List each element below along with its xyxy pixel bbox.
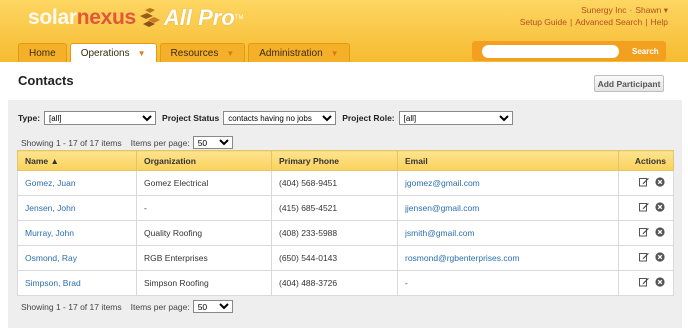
nav-tab-administration[interactable]: Administration ▼ [248, 43, 350, 62]
nav-tab-label: Resources [170, 47, 219, 59]
logo-solar-text: solar [28, 6, 77, 29]
logo-nexus-text: nexus [76, 6, 137, 29]
table-header-row: Name ▲ Organization Primary Phone Email … [17, 150, 674, 171]
column-header-phone: Primary Phone [271, 150, 398, 171]
sort-ascending-icon: ▲ [50, 155, 59, 166]
organization-cell: Quality Roofing [136, 220, 272, 246]
email-cell: - [397, 270, 619, 296]
nav-tab-operations[interactable]: Operations ▼ [69, 43, 157, 62]
search-input[interactable] [482, 44, 619, 58]
phone-cell: (650) 544-0143 [271, 245, 398, 271]
email-link[interactable]: jgomez@gmail.com [405, 178, 480, 188]
table-row: Jensen, John - (415) 685-4521 jjensen@gm… [17, 195, 674, 221]
actions-cell [618, 195, 674, 221]
logo[interactable]: solar nexus All Pro TM [28, 2, 243, 34]
edit-icon[interactable] [638, 227, 649, 239]
nav-tab-label: Home [29, 47, 56, 59]
table-row: Gomez, Juan Gomez Electrical (404) 568-9… [17, 170, 674, 196]
type-filter-select[interactable]: [all] [44, 111, 157, 125]
logo-trademark: TM [234, 15, 244, 21]
user-menu[interactable]: Shawn ▾ [635, 5, 668, 15]
column-header-organization: Organization [136, 150, 272, 171]
phone-cell: (404) 488-3726 [271, 270, 398, 296]
add-participant-button[interactable]: Add Participant [594, 75, 664, 92]
delete-icon[interactable] [655, 252, 665, 264]
items-per-page-select[interactable]: 50 [192, 136, 233, 149]
main-nav: Home Operations ▼ Resources ▼ Administra… [18, 43, 350, 62]
logo-allpro-text: All Pro [163, 5, 235, 30]
type-filter-label: Type: [18, 113, 41, 123]
column-header-email: Email [397, 150, 619, 171]
dropdown-caret-icon: ▼ [330, 48, 339, 58]
pager-bottom: Showing 1 - 17 of 17 items Items per pag… [21, 300, 233, 313]
organization-cell: Gomez Electrical [136, 170, 272, 196]
delete-icon[interactable] [655, 202, 665, 214]
organization-cell: Simpson Roofing [136, 270, 272, 296]
phone-cell: (415) 685-4521 [271, 195, 398, 221]
nav-tab-label: Administration [259, 47, 323, 59]
email-link[interactable]: jsmith@gmail.com [405, 228, 475, 238]
user-links: Sunergy Inc · Shawn ▾ Setup Guide | Advanced… [519, 5, 668, 27]
contact-name-link[interactable]: Osmond, Ray [25, 253, 77, 263]
user-name: Shawn [635, 5, 662, 15]
pager-summary: Showing 1 - 17 of 17 items [21, 301, 122, 312]
edit-icon[interactable] [638, 202, 649, 214]
delete-icon[interactable] [655, 177, 665, 189]
logo-diamond-icon [139, 8, 161, 28]
organization-cell: - [136, 195, 272, 221]
table-row: Murray, John Quality Roofing (408) 233-5… [17, 220, 674, 246]
company-link[interactable]: Sunergy Inc [581, 5, 626, 15]
dropdown-caret-icon: ▼ [226, 48, 235, 58]
email-link[interactable]: rosmond@rgbenterprises.com [405, 253, 519, 263]
nav-tab-resources[interactable]: Resources ▼ [159, 43, 246, 62]
nav-tab-home[interactable]: Home [18, 43, 67, 62]
help-link[interactable]: Help [651, 17, 668, 27]
search-bar: Search [472, 41, 666, 61]
project-role-select[interactable]: [all] [398, 111, 513, 125]
search-button[interactable]: Search [632, 47, 659, 56]
edit-icon[interactable] [638, 277, 649, 289]
setup-guide-link[interactable]: Setup Guide [520, 17, 567, 27]
table-row: Osmond, Ray RGB Enterprises (650) 544-01… [17, 245, 674, 271]
column-header-label: Name [25, 155, 49, 166]
contacts-table: Name ▲ Organization Primary Phone Email … [17, 150, 674, 296]
contact-name-link[interactable]: Murray, John [25, 228, 74, 238]
column-header-name[interactable]: Name ▲ [17, 150, 137, 171]
actions-cell [618, 270, 674, 296]
delete-icon[interactable] [655, 227, 665, 239]
nav-tab-label: Operations [80, 47, 130, 59]
actions-cell [618, 170, 674, 196]
page-title: Contacts [18, 73, 74, 88]
advanced-search-link[interactable]: Advanced Search [575, 17, 642, 27]
edit-icon[interactable] [638, 177, 649, 189]
project-status-select[interactable]: contacts having no jobs [223, 111, 337, 125]
items-per-page-label: Items per page: [130, 301, 190, 312]
phone-cell: (408) 233-5988 [271, 220, 398, 246]
table-row: Simpson, Brad Simpson Roofing (404) 488-… [17, 270, 674, 296]
user-menu-caret-icon: ▾ [663, 5, 668, 15]
edit-icon[interactable] [638, 252, 649, 264]
contact-name-link[interactable]: Simpson, Brad [25, 278, 81, 288]
pager-top: Showing 1 - 17 of 17 items Items per pag… [21, 136, 233, 149]
project-role-label: Project Role: [342, 113, 395, 123]
contacts-panel: Type: [all] Project Status contacts havi… [8, 100, 682, 328]
email-link[interactable]: jjensen@gmail.com [405, 203, 479, 213]
filter-bar: Type: [all] Project Status contacts havi… [18, 111, 513, 125]
actions-cell [618, 245, 674, 271]
contact-name-link[interactable]: Gomez, Juan [25, 178, 76, 188]
items-per-page-label: Items per page: [130, 137, 190, 148]
pager-summary: Showing 1 - 17 of 17 items [21, 137, 122, 148]
column-header-actions: Actions [618, 150, 674, 171]
organization-cell: RGB Enterprises [136, 245, 272, 271]
app-header: solar nexus All Pro TM Sunergy Inc · Shawn… [0, 0, 688, 62]
phone-cell: (404) 568-9451 [271, 170, 398, 196]
contact-name-link[interactable]: Jensen, John [25, 203, 76, 213]
items-per-page-select[interactable]: 50 [192, 300, 233, 313]
actions-cell [618, 220, 674, 246]
dropdown-caret-icon: ▼ [137, 48, 146, 58]
delete-icon[interactable] [655, 277, 665, 289]
project-status-label: Project Status [162, 113, 220, 123]
